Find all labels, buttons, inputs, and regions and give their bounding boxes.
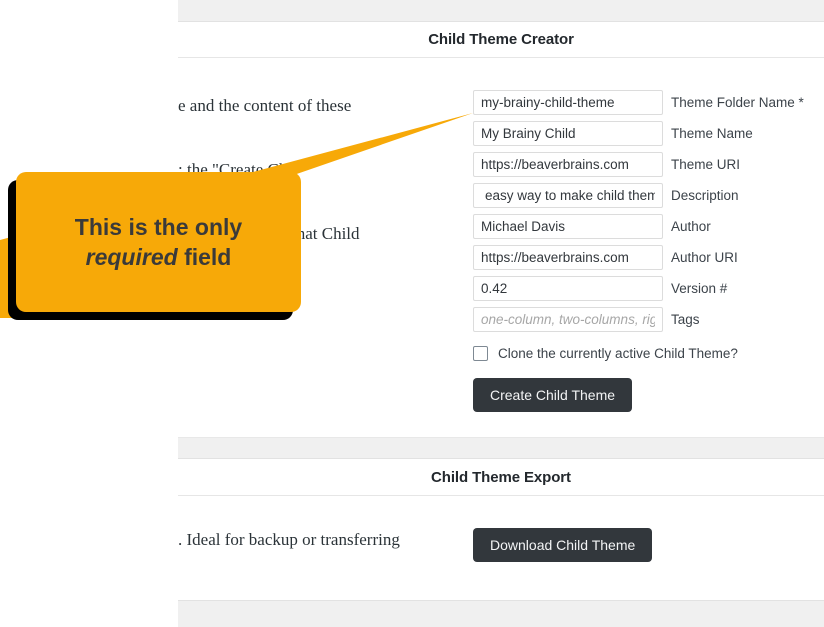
field-row-tags: Tags [473, 307, 813, 332]
callout-text: This is the only required field [61, 212, 256, 273]
panel-bottom-strip [178, 600, 824, 627]
clone-child-theme-label: Clone the currently active Child Theme? [498, 346, 738, 361]
field-row-theme-uri: Theme URI [473, 152, 813, 177]
divider-export [178, 495, 824, 496]
theme-name-input[interactable] [473, 121, 663, 146]
panel-mid-strip [178, 437, 824, 459]
field-row-version: Version # [473, 276, 813, 301]
tags-input[interactable] [473, 307, 663, 332]
theme-uri-label: Theme URI [671, 157, 740, 172]
description-label: Description [671, 188, 739, 203]
screenshot-stage: Child Theme Creator e and the content of… [0, 0, 824, 627]
field-row-description: Description [473, 183, 813, 208]
theme-name-label: Theme Name [671, 126, 753, 141]
download-button-wrapper: Download Child Theme [473, 528, 652, 562]
download-child-theme-button[interactable]: Download Child Theme [473, 528, 652, 562]
field-row-theme-name: Theme Name [473, 121, 813, 146]
body-text-fragment-1: e and the content of these [178, 96, 351, 116]
body-text-fragment-4: . Ideal for backup or transferring [178, 530, 400, 550]
field-row-theme-folder-name: Theme Folder Name * [473, 90, 813, 115]
callout-line-2: field [184, 244, 231, 270]
page-title-child-theme-export: Child Theme Export [178, 469, 824, 486]
annotation-callout: This is the only required field [0, 100, 500, 330]
create-child-theme-button[interactable]: Create Child Theme [473, 378, 632, 412]
child-theme-creator-form: Theme Folder Name * Theme Name Theme URI… [473, 90, 813, 412]
page-title-child-theme-creator: Child Theme Creator [178, 31, 824, 48]
divider-creator [178, 57, 824, 58]
version-label: Version # [671, 281, 727, 296]
theme-uri-input[interactable] [473, 152, 663, 177]
field-row-author-uri: Author URI [473, 245, 813, 270]
description-input[interactable] [473, 183, 663, 208]
callout-emphasis: required [86, 244, 178, 270]
theme-folder-name-input[interactable] [473, 90, 663, 115]
author-label: Author [671, 219, 711, 234]
tags-label: Tags [671, 312, 700, 327]
theme-folder-name-label: Theme Folder Name * [671, 95, 804, 110]
field-row-author: Author [473, 214, 813, 239]
body-text-fragment-3: that Child [292, 224, 360, 244]
author-uri-label: Author URI [671, 250, 738, 265]
version-input[interactable] [473, 276, 663, 301]
callout-line-1: This is the only [75, 214, 242, 240]
panel-top-strip [178, 0, 824, 22]
clone-child-theme-row[interactable]: Clone the currently active Child Theme? [473, 346, 813, 361]
clone-child-theme-checkbox[interactable] [473, 346, 488, 361]
author-uri-input[interactable] [473, 245, 663, 270]
author-input[interactable] [473, 214, 663, 239]
callout-bubble: This is the only required field [16, 172, 301, 312]
